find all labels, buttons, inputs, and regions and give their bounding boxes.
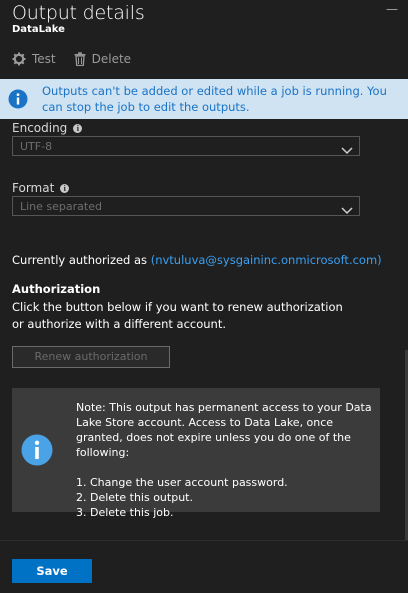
authorized-as-text: Currently authorized as (nvtuluva@sysgai… [12, 253, 382, 267]
encoding-label: Encoding [12, 121, 68, 135]
note-panel: Note: This output has permanent access t… [12, 388, 380, 519]
authorization-heading: Authorization [12, 282, 101, 296]
delete-button[interactable]: Delete [74, 52, 131, 66]
encoding-value: UTF-8 [20, 140, 53, 153]
info-icon[interactable]: i [60, 183, 70, 193]
note-item: 2. Delete this output. [76, 491, 193, 504]
encoding-select[interactable]: UTF-8 [12, 136, 360, 156]
command-bar: Test Delete [12, 52, 131, 66]
gear-icon [12, 52, 26, 66]
info-icon[interactable]: i [73, 123, 83, 133]
page-title: Output details [12, 2, 145, 24]
page-subtitle: DataLake [12, 24, 65, 35]
note-item: 1. Change the user account password. [76, 476, 288, 489]
note-item: 3. Delete this job. [76, 506, 174, 519]
authorized-prefix: Currently authorized as [12, 253, 148, 267]
authorized-email: (nvtuluva@sysgaininc.onmicrosoft.com) [150, 253, 382, 267]
renew-authorization-button[interactable]: Renew authorization [12, 346, 170, 368]
info-message: Outputs can't be added or edited while a… [42, 84, 387, 114]
format-select[interactable]: Line separated [12, 196, 360, 216]
format-label: Format [12, 181, 55, 195]
encoding-label-row: Encoding i [12, 121, 83, 135]
test-label: Test [32, 52, 56, 66]
trash-icon [74, 52, 86, 66]
info-icon [8, 89, 28, 113]
footer-divider [0, 540, 408, 541]
save-button[interactable]: Save [12, 559, 92, 583]
info-notification-bar: Outputs can't be added or edited while a… [0, 79, 408, 119]
minimize-icon[interactable]: — [386, 2, 398, 16]
format-label-row: Format i [12, 181, 70, 195]
chevron-down-icon [341, 202, 353, 222]
blade-header: Output details DataLake [12, 0, 145, 35]
format-value: Line separated [20, 200, 102, 213]
test-button[interactable]: Test [12, 52, 56, 66]
chevron-down-icon [341, 142, 353, 162]
window-controls: — [386, 2, 398, 16]
delete-label: Delete [91, 52, 132, 66]
note-paragraph: Note: This output has permanent access t… [76, 401, 372, 459]
info-icon [21, 434, 53, 470]
note-text: Note: This output has permanent access t… [76, 400, 374, 520]
authorization-description: Click the button below if you want to re… [12, 300, 343, 331]
